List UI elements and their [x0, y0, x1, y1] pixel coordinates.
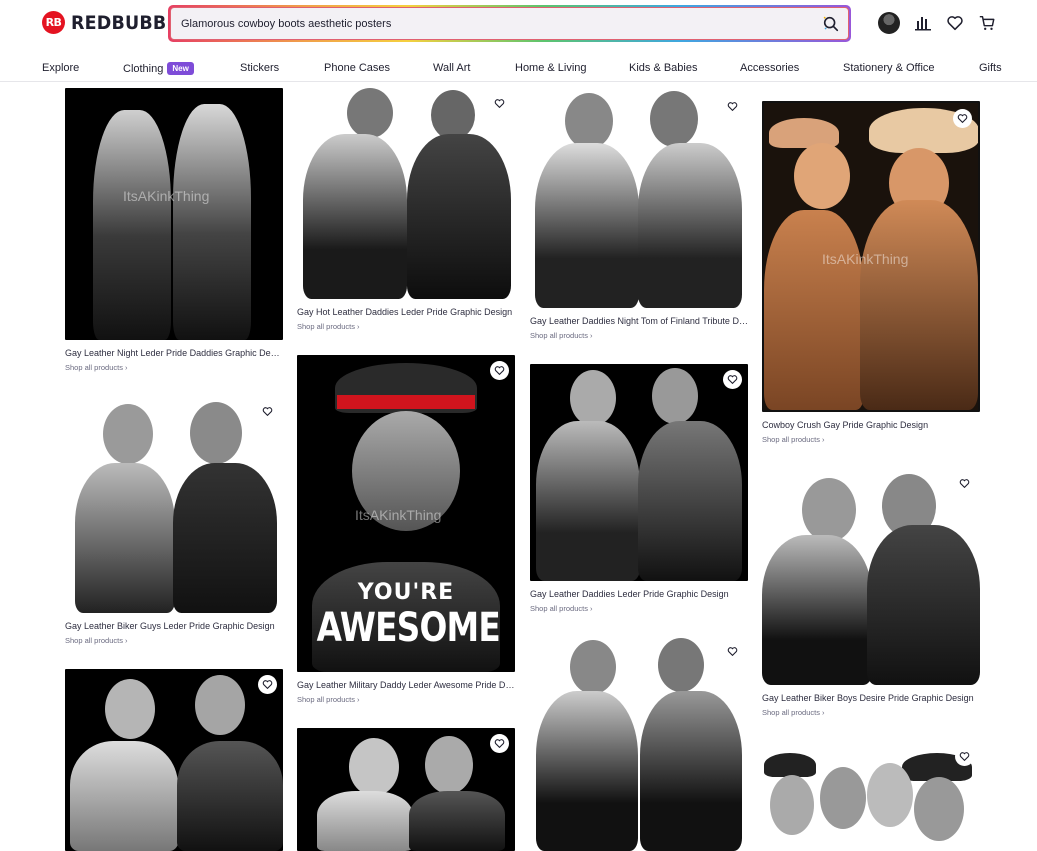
product-title[interactable]: Gay Leather Daddies Night Tom of Finland…: [530, 316, 748, 326]
heart-icon: [959, 752, 970, 762]
product-image[interactable]: [530, 636, 748, 851]
heart-icon: [262, 680, 273, 690]
favorite-button[interactable]: [258, 675, 277, 694]
product-card[interactable]: [65, 669, 283, 851]
nav-accessories[interactable]: Accessories: [740, 62, 799, 74]
heart-icon: [959, 479, 970, 489]
poster-text-line2: AWESOME: [316, 605, 501, 651]
product-title[interactable]: Gay Leather Military Daddy Leder Awesome…: [297, 680, 515, 690]
product-title[interactable]: Gay Leather Biker Guys Leder Pride Graph…: [65, 621, 283, 631]
nav-phone-cases[interactable]: Phone Cases: [324, 62, 390, 74]
product-card[interactable]: ItsAKinkThing YOU'RE AWESOME Gay Leather…: [297, 355, 515, 704]
nav-clothing[interactable]: Clothing New: [123, 62, 194, 75]
favorite-button[interactable]: [490, 94, 509, 113]
product-image[interactable]: [65, 396, 283, 613]
favorite-button[interactable]: [955, 474, 974, 493]
product-card[interactable]: Gay Leather Daddies Leder Pride Graphic …: [530, 364, 748, 613]
logo-mark-icon: RB: [42, 11, 65, 34]
search-icon[interactable]: [822, 15, 840, 33]
shop-all-link[interactable]: Shop all products ›: [762, 435, 980, 444]
nav-kids-babies[interactable]: Kids & Babies: [629, 62, 697, 74]
favorite-button[interactable]: [258, 402, 277, 421]
search-bar: [168, 5, 851, 42]
product-card[interactable]: ItsAKinkThing Gay Leather Night Leder Pr…: [65, 88, 283, 372]
heart-icon: [262, 407, 273, 417]
dashboard-icon[interactable]: [914, 14, 932, 32]
product-card[interactable]: Gay Leather Biker Guys Leder Pride Graph…: [65, 396, 283, 645]
site-header: RB REDBUBBLE: [0, 0, 1037, 48]
shop-all-link[interactable]: Shop all products ›: [297, 322, 515, 331]
product-image[interactable]: [530, 364, 748, 581]
nav-gifts[interactable]: Gifts: [979, 62, 1002, 74]
heart-icon: [727, 102, 738, 112]
product-card[interactable]: Gay Leather Daddies Night Tom of Finland…: [530, 91, 748, 340]
product-image[interactable]: [65, 669, 283, 851]
product-image[interactable]: ItsAKinkThing: [65, 88, 283, 340]
heart-icon: [494, 99, 505, 109]
product-card[interactable]: [762, 741, 980, 851]
product-title[interactable]: Cowboy Crush Gay Pride Graphic Design: [762, 420, 980, 430]
nav-stationery-office[interactable]: Stationery & Office: [843, 62, 935, 74]
nav-clothing-label: Clothing: [123, 63, 164, 75]
product-card[interactable]: Gay Hot Leather Daddies Leder Pride Grap…: [297, 88, 515, 331]
product-image[interactable]: [530, 91, 748, 308]
heart-icon: [494, 366, 505, 376]
heart-icon: [494, 739, 505, 749]
nav-explore[interactable]: Explore: [42, 62, 79, 74]
product-card[interactable]: [530, 636, 748, 851]
heart-icon: [727, 375, 738, 385]
product-image[interactable]: [297, 728, 515, 851]
shop-all-link[interactable]: Shop all products ›: [65, 636, 283, 645]
favorite-button[interactable]: [953, 109, 972, 128]
cart-icon[interactable]: [978, 14, 996, 32]
watermark: ItsAKinkThing: [822, 251, 909, 267]
product-image[interactable]: [762, 468, 980, 685]
product-title[interactable]: Gay Leather Daddies Leder Pride Graphic …: [530, 589, 748, 599]
category-nav: Explore Clothing New Stickers Phone Cases…: [0, 56, 1037, 82]
new-badge: New: [167, 62, 194, 75]
favorite-button[interactable]: [723, 642, 742, 661]
favorite-button[interactable]: [955, 747, 974, 766]
shop-all-link[interactable]: Shop all products ›: [530, 331, 748, 340]
search-field-container: [170, 7, 849, 40]
nav-home-living[interactable]: Home & Living: [515, 62, 587, 74]
product-image[interactable]: ItsAKinkThing: [762, 101, 980, 412]
poster-text-line1: YOU'RE: [357, 580, 455, 605]
favorite-button[interactable]: [723, 370, 742, 389]
product-title[interactable]: Gay Hot Leather Daddies Leder Pride Grap…: [297, 307, 515, 317]
product-title[interactable]: Gay Leather Biker Boys Desire Pride Grap…: [762, 693, 980, 703]
heart-icon: [727, 647, 738, 657]
watermark: ItsAKinkThing: [355, 507, 442, 523]
heart-icon[interactable]: [946, 14, 964, 32]
product-image[interactable]: [762, 741, 980, 851]
shop-all-link[interactable]: Shop all products ›: [297, 695, 515, 704]
product-image[interactable]: [297, 88, 515, 299]
watermark: ItsAKinkThing: [123, 188, 210, 204]
product-card[interactable]: [297, 728, 515, 851]
product-image[interactable]: ItsAKinkThing YOU'RE AWESOME: [297, 355, 515, 672]
favorite-button[interactable]: [490, 734, 509, 753]
shop-all-link[interactable]: Shop all products ›: [530, 604, 748, 613]
shop-all-link[interactable]: Shop all products ›: [65, 363, 283, 372]
search-input[interactable]: [171, 8, 791, 39]
nav-wall-art[interactable]: Wall Art: [433, 62, 471, 74]
heart-icon: [957, 114, 968, 124]
favorite-button[interactable]: [490, 361, 509, 380]
product-title[interactable]: Gay Leather Night Leder Pride Daddies Gr…: [65, 348, 283, 358]
avatar[interactable]: [878, 12, 900, 34]
favorite-button[interactable]: [723, 97, 742, 116]
shop-all-link[interactable]: Shop all products ›: [762, 708, 980, 717]
product-card[interactable]: Gay Leather Biker Boys Desire Pride Grap…: [762, 468, 980, 717]
nav-stickers[interactable]: Stickers: [240, 62, 279, 74]
header-icons: [878, 12, 996, 34]
product-card[interactable]: ItsAKinkThing Cowboy Crush Gay Pride Gra…: [762, 101, 980, 444]
